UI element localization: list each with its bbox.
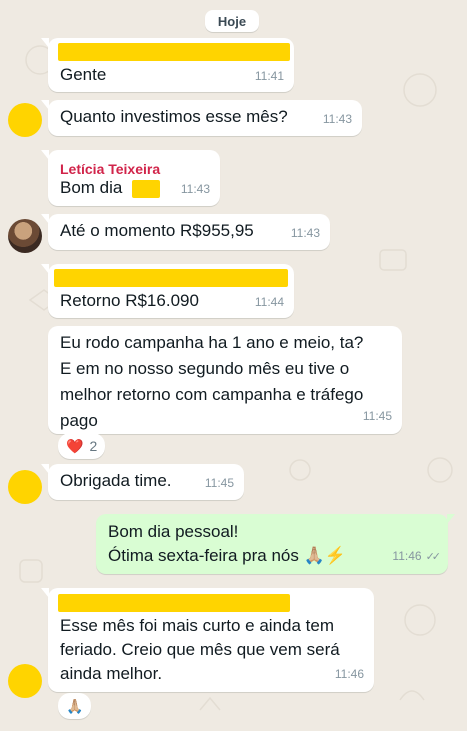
message-bubble[interactable]: Letícia Teixeira Bom dia 11:43	[41, 150, 220, 206]
message-line: Eu rodo campanha ha 1 ano e meio, ta?	[60, 333, 364, 352]
message-bubble[interactable]: Esse mês foi mais curto e ainda tem feri…	[41, 588, 374, 692]
message-bubble[interactable]: Obrigada time. 11:45	[41, 464, 244, 500]
message-line: pago	[60, 411, 98, 430]
message-time: 11:46	[334, 667, 364, 681]
message-time: 11:45	[362, 409, 392, 423]
message-line: melhor retorno com campanha e tráfego	[60, 385, 364, 404]
message-text: Até o momento R$955,95	[60, 221, 254, 240]
avatar[interactable]	[8, 103, 42, 137]
message-text: Obrigada time.	[60, 471, 172, 490]
redacted-sender-name	[54, 269, 288, 287]
redacted-name	[132, 180, 160, 198]
message-line: Esse mês foi mais curto e ainda tem	[60, 616, 335, 635]
reaction-badge[interactable]: ❤️ 2	[58, 433, 106, 459]
redacted-sender-name	[58, 43, 290, 61]
message-line: Bom dia pessoal!	[108, 522, 239, 541]
avatar[interactable]	[8, 470, 42, 504]
heart-reaction-icon: ❤️	[66, 437, 84, 454]
redacted-sender-name	[58, 594, 290, 612]
avatar[interactable]	[8, 664, 42, 698]
message-time: 11:45	[204, 476, 234, 490]
message-line: Ótima sexta-feira pra nós 🙏🏼⚡	[108, 546, 346, 565]
message-bubble[interactable]: Gente 11:41	[41, 38, 294, 92]
reaction-count: 2	[89, 438, 98, 454]
avatar[interactable]	[8, 219, 42, 253]
message-text: Bom dia	[60, 178, 123, 197]
pray-reaction-icon: 🙏🏼	[66, 697, 84, 714]
message-line: E em no nosso segundo mês eu tive o	[60, 359, 350, 378]
message-bubble[interactable]: Retorno R$16.090 11:44	[41, 264, 294, 318]
message-text: Quanto investimos esse mês?	[60, 107, 288, 126]
reaction-badge[interactable]: 🙏🏼	[58, 693, 92, 719]
message-time: 11:44	[254, 295, 284, 309]
message-line: ainda melhor.	[60, 664, 163, 683]
message-text: Retorno R$16.090	[60, 291, 199, 310]
message-time: 11:46	[392, 549, 422, 563]
message-bubble[interactable]: Quanto investimos esse mês? 11:43	[41, 100, 362, 136]
message-time: 11:41	[254, 69, 284, 83]
message-time: 11:43	[180, 182, 210, 196]
date-separator: Hoje	[205, 10, 259, 32]
message-text: Gente	[60, 65, 107, 84]
message-time-wrap: 11:46 ✓✓	[392, 544, 442, 569]
message-bubble[interactable]: Até o momento R$955,95 11:43	[41, 214, 330, 250]
outgoing-message-bubble[interactable]: Bom dia pessoal! Ótima sexta-feira pra n…	[96, 514, 455, 574]
message-time: 11:43	[322, 112, 352, 126]
read-ticks-icon: ✓✓	[425, 551, 442, 563]
message-bubble[interactable]: Eu rodo campanha ha 1 ano e meio, ta? E …	[48, 326, 402, 434]
message-time: 11:43	[290, 226, 320, 240]
message-line: feriado. Creio que mês que vem será	[60, 640, 340, 659]
